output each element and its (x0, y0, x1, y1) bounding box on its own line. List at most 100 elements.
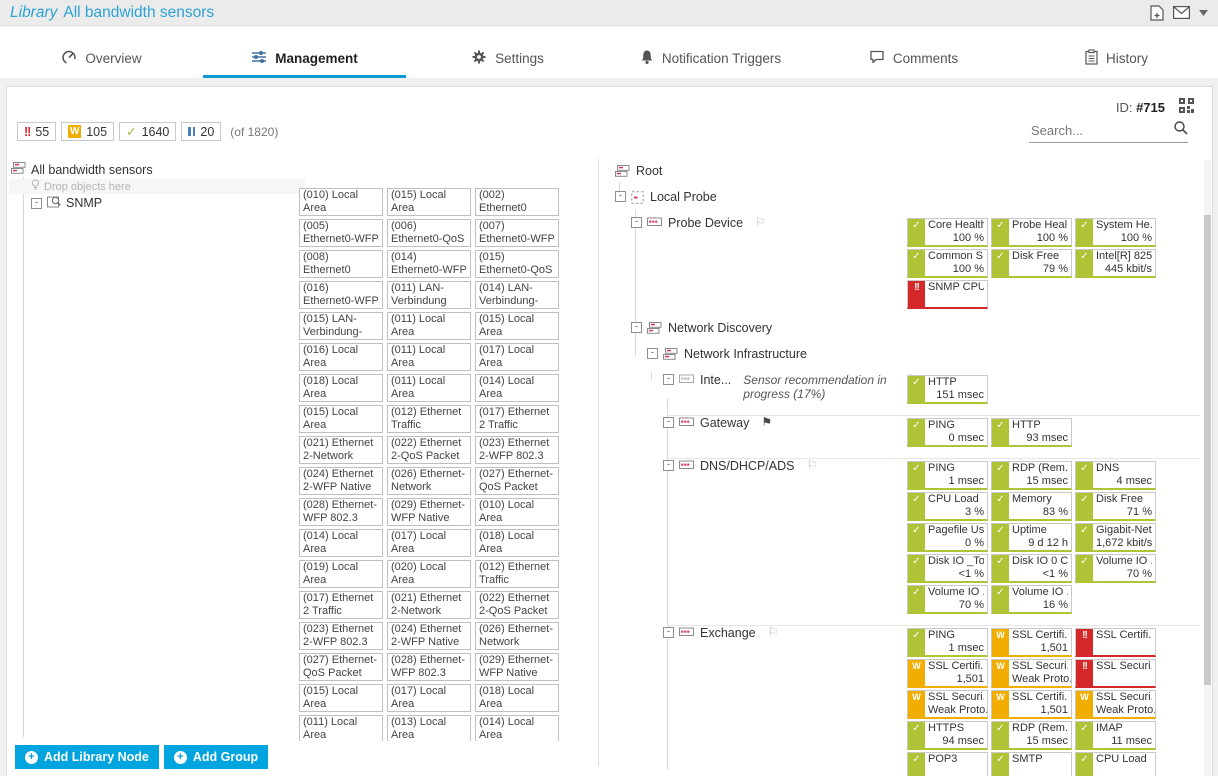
library-sensor-tile[interactable]: (017) Local Area (387, 529, 471, 557)
library-sensor-tile[interactable]: (015) Ethernet0-QoS Packet (475, 250, 559, 278)
collapse-toggle[interactable]: - (631, 217, 642, 228)
tab-overview[interactable]: Overview (0, 42, 203, 78)
library-sensor-tile[interactable]: (024) Ethernet 2-WFP Native (299, 467, 383, 495)
search-icon[interactable] (1173, 120, 1188, 140)
sensor-tile[interactable]: ✓Gigabit-Net...1,672 kbit/s (1075, 523, 1156, 552)
tab-settings[interactable]: Settings (406, 42, 609, 78)
sensor-tile[interactable]: ✓Disk IO 0 C:<1 % (991, 554, 1072, 583)
tab-history[interactable]: History (1015, 42, 1218, 78)
tree-node-label[interactable]: Exchange (700, 626, 756, 640)
collapse-toggle[interactable]: - (31, 198, 42, 209)
sensor-tile[interactable]: ✓RDP (Rem...15 msec (991, 721, 1072, 750)
error-count-badge[interactable]: !!55 (17, 122, 56, 141)
library-sensor-tile[interactable]: (014) Ethernet0-WFP Native (387, 250, 471, 278)
sensor-tile[interactable]: ✓SMTP (991, 752, 1072, 776)
new-document-icon[interactable] (1150, 5, 1164, 21)
sensor-tile[interactable]: ✓CPU Load3 % (907, 492, 988, 521)
library-sensor-tile[interactable]: (007) Ethernet0-WFP 802.3 (475, 219, 559, 247)
sensor-tile[interactable]: WSSL Certifi...1,501 (991, 690, 1072, 719)
email-icon[interactable] (1173, 6, 1190, 19)
library-sensor-tile[interactable]: (010) Local Area (475, 498, 559, 526)
right-scrollbar[interactable] (1204, 160, 1211, 776)
library-sensor-tile[interactable]: (022) Ethernet 2-QoS Packet (387, 436, 471, 464)
add-library-node-button[interactable]: +Add Library Node (15, 745, 159, 769)
add-group-button[interactable]: +Add Group (164, 745, 268, 769)
collapse-toggle[interactable]: - (631, 322, 642, 333)
library-sensor-tile[interactable]: (008) Ethernet0 Traffic (299, 250, 383, 278)
library-sensor-tile[interactable]: (015) Local Area (475, 312, 559, 340)
sensor-tile[interactable]: ✓Probe Heal...100 % (991, 218, 1072, 247)
library-sensor-tile[interactable]: (023) Ethernet 2-WFP 802.3 (299, 622, 383, 650)
library-sensor-tile[interactable]: (002) Ethernet0 Traffic (475, 188, 559, 216)
library-root-label[interactable]: All bandwidth sensors (31, 163, 153, 177)
tree-node-label[interactable]: Root (636, 164, 662, 178)
sensor-tile[interactable]: ✓Uptime9 d 12 h (991, 523, 1072, 552)
sensor-tile[interactable]: ✓HTTP93 msec (991, 418, 1072, 447)
library-sensor-tile[interactable]: (014) Local Area (299, 529, 383, 557)
tree-node-label[interactable]: Network Infrastructure (684, 347, 807, 361)
sensor-tile[interactable]: WSSL Securi...Weak Proto... (991, 659, 1072, 688)
library-sensor-tile[interactable]: (022) Ethernet 2-QoS Packet (475, 591, 559, 619)
library-sensor-tile[interactable]: (014) Local Area (475, 374, 559, 402)
sensor-tile[interactable]: ✓Volume IO ...70 % (1075, 554, 1156, 583)
sensor-tile[interactable]: WSSL Certifi...1,501 (907, 659, 988, 688)
library-sensor-tile[interactable]: (011) Local Area (387, 374, 471, 402)
collapse-toggle[interactable]: - (663, 417, 674, 428)
tab-comments[interactable]: Comments (812, 42, 1015, 78)
sensor-tile[interactable]: ✓CPU Load (1075, 752, 1156, 776)
sensor-tile[interactable]: ✓Disk Free71 % (1075, 492, 1156, 521)
sensor-tile[interactable]: ✓DNS4 msec (1075, 461, 1156, 490)
caret-down-icon[interactable] (1199, 10, 1208, 16)
library-sensor-tile[interactable]: (028) Ethernet-WFP 802.3 (387, 653, 471, 681)
library-sensor-tile[interactable]: (014) LAN-Verbindung-QoS (475, 281, 559, 309)
library-sensor-tile[interactable]: (017) Ethernet 2 Traffic (299, 591, 383, 619)
tree-node-label[interactable]: Gateway (700, 416, 749, 430)
qr-code-icon[interactable] (1179, 98, 1194, 116)
sensor-tile[interactable]: ✓Memory83 % (991, 492, 1072, 521)
sensor-tile[interactable]: ✓System He...100 % (1075, 218, 1156, 247)
library-sensor-tile[interactable]: (026) Ethernet-Network (387, 467, 471, 495)
collapse-toggle[interactable]: - (663, 374, 674, 385)
library-sensor-tile[interactable]: (028) Ethernet-WFP 802.3 (299, 498, 383, 526)
library-sensor-tile[interactable]: (021) Ethernet 2-Network (387, 591, 471, 619)
tree-node-label[interactable]: DNS/DHCP/ADS (700, 459, 794, 473)
tab-notification-triggers[interactable]: Notification Triggers (609, 42, 812, 78)
sensor-tile[interactable]: ✓RDP (Rem...15 msec (991, 461, 1072, 490)
tree-node-label[interactable]: Probe Device (668, 216, 743, 230)
library-sensor-tile[interactable]: (012) Ethernet Traffic (387, 405, 471, 433)
library-sensor-tile[interactable]: (024) Ethernet 2-WFP Native (387, 622, 471, 650)
sensor-tile[interactable]: ✓Volume IO ...16 % (991, 585, 1072, 614)
sensor-tile[interactable]: ✓PING1 msec (907, 461, 988, 490)
tree-node-label[interactable]: Local Probe (650, 190, 717, 204)
library-sensor-tile[interactable]: (011) Local Area (387, 312, 471, 340)
library-sensor-tile[interactable]: (006) Ethernet0-QoS Packet (387, 219, 471, 247)
sensor-tile[interactable]: ✓HTTPS94 msec (907, 721, 988, 750)
library-sensor-tile[interactable]: (027) Ethernet-QoS Packet (299, 653, 383, 681)
library-sensor-tile[interactable]: (017) Local Area (475, 343, 559, 371)
sensor-tile[interactable]: !!SNMP CPU... (907, 280, 988, 309)
library-sensor-tile[interactable]: (017) Local Area (387, 684, 471, 712)
sensor-tile[interactable]: ✓IMAP11 msec (1075, 721, 1156, 750)
library-sensor-tile[interactable]: (026) Ethernet-Network (475, 622, 559, 650)
library-sensor-tile[interactable]: (011) Local Area (299, 715, 383, 741)
sensor-tile[interactable]: ✓HTTP151 msec (907, 375, 988, 404)
scrollbar-thumb[interactable] (1204, 215, 1211, 685)
collapse-toggle[interactable]: - (663, 460, 674, 471)
library-sensor-tile[interactable]: (016) Ethernet0-WFP 802.3 (299, 281, 383, 309)
drop-zone[interactable]: Drop objects here (9, 179, 305, 194)
library-sensor-tile[interactable]: (017) Ethernet 2 Traffic (475, 405, 559, 433)
library-sensor-tile[interactable]: (015) Local Area (299, 405, 383, 433)
library-sensor-tile[interactable]: (018) Local Area (475, 529, 559, 557)
sensor-tile[interactable]: WSSL Securi...Weak Proto... (1075, 690, 1156, 719)
library-sensor-tile[interactable]: (005) Ethernet0-WFP Native (299, 219, 383, 247)
library-sensor-tile[interactable]: (010) Local Area (299, 188, 383, 216)
tree-node-label[interactable]: Inte... (700, 373, 731, 387)
sensor-tile[interactable]: ✓Disk IO _To...<1 % (907, 554, 988, 583)
library-sensor-tile[interactable]: (029) Ethernet-WFP Native (475, 653, 559, 681)
collapse-toggle[interactable]: - (647, 348, 658, 359)
library-sensor-tile[interactable]: (029) Ethernet-WFP Native (387, 498, 471, 526)
library-sensor-tile[interactable]: (011) Local Area (387, 343, 471, 371)
search-input[interactable] (1029, 122, 1173, 139)
sensor-tile[interactable]: ✓Intel[R] 825...445 kbit/s (1075, 249, 1156, 278)
library-sensor-tile[interactable]: (021) Ethernet 2-Network (299, 436, 383, 464)
